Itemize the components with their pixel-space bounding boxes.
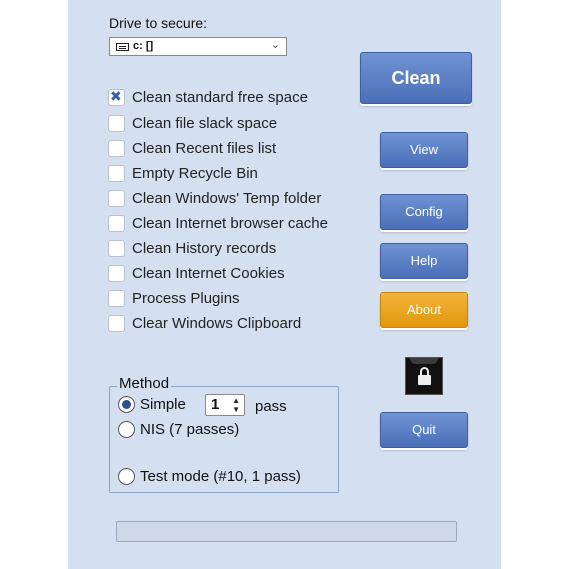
option-label: Clean Recent files list (132, 139, 277, 157)
option-label: Clean Windows' Temp folder (132, 189, 322, 207)
config-button[interactable]: Config (380, 194, 468, 230)
radio-test-mode[interactable] (118, 468, 135, 485)
option-clean-history[interactable]: Clean History records (108, 238, 276, 258)
option-label: Empty Recycle Bin (132, 164, 258, 182)
checkbox[interactable] (108, 289, 125, 307)
checkbox[interactable] (108, 239, 125, 257)
drive-select[interactable]: c: [] ⌄ (109, 37, 287, 56)
checkbox[interactable] (108, 214, 125, 232)
chevron-down-icon[interactable]: ⌄ (271, 38, 280, 51)
lock-shackle (420, 367, 429, 375)
checkbox[interactable] (108, 314, 125, 332)
checkbox[interactable] (108, 164, 125, 182)
option-clean-browser-cache[interactable]: Clean Internet browser cache (108, 213, 328, 233)
progress-bar (116, 521, 457, 542)
option-label: Clear Windows Clipboard (132, 314, 302, 332)
clean-button[interactable]: Clean (360, 52, 472, 104)
about-button[interactable]: About (380, 292, 468, 328)
passes-value: 1 (211, 396, 220, 413)
passes-suffix: pass (255, 398, 287, 415)
drive-select-value: c: [] (133, 40, 154, 52)
radio-label: Test mode (#10, 1 pass) (140, 468, 301, 485)
lock-icon[interactable] (405, 357, 443, 395)
option-process-plugins[interactable]: Process Plugins (108, 288, 240, 308)
lock-body (418, 375, 431, 385)
option-label: Clean Internet browser cache (132, 214, 328, 232)
option-empty-recycle-bin[interactable]: Empty Recycle Bin (108, 163, 258, 183)
radio-label: NIS (7 passes) (140, 421, 240, 438)
option-clear-clipboard[interactable]: Clear Windows Clipboard (108, 313, 301, 333)
checkbox[interactable] (108, 114, 125, 132)
option-label: Process Plugins (132, 289, 240, 307)
option-label: Clean History records (132, 239, 277, 257)
checkbox[interactable] (108, 189, 125, 207)
checkbox[interactable] (108, 139, 125, 157)
option-clean-free-space[interactable]: Clean standard free space (108, 87, 308, 107)
quit-button[interactable]: Quit (380, 412, 468, 448)
option-clean-cookies[interactable]: Clean Internet Cookies (108, 263, 285, 283)
checkbox[interactable] (108, 264, 125, 282)
drive-icon (116, 43, 129, 51)
radio-simple[interactable] (118, 396, 135, 413)
radio-label: Simple (140, 396, 186, 413)
lock-glow (410, 358, 438, 364)
stepper-arrows-icon[interactable]: ▲ ▼ (232, 396, 240, 414)
method-nis[interactable]: NIS (7 passes) (118, 421, 239, 438)
method-title: Method (117, 375, 172, 392)
method-simple[interactable]: Simple (118, 396, 186, 413)
option-clean-recent-files[interactable]: Clean Recent files list (108, 138, 276, 158)
help-button[interactable]: Help (380, 243, 468, 279)
method-test-mode[interactable]: Test mode (#10, 1 pass) (118, 468, 301, 485)
checkbox[interactable] (108, 88, 125, 106)
option-label: Clean file slack space (132, 114, 278, 132)
drive-label: Drive to secure: (109, 15, 208, 31)
passes-stepper[interactable]: 1 ▲ ▼ (205, 394, 245, 416)
option-clean-temp-folder[interactable]: Clean Windows' Temp folder (108, 188, 321, 208)
option-clean-slack-space[interactable]: Clean file slack space (108, 113, 277, 133)
option-label: Clean Internet Cookies (132, 264, 285, 282)
radio-nis[interactable] (118, 421, 135, 438)
option-label: Clean standard free space (132, 88, 308, 106)
view-button[interactable]: View (380, 132, 468, 168)
